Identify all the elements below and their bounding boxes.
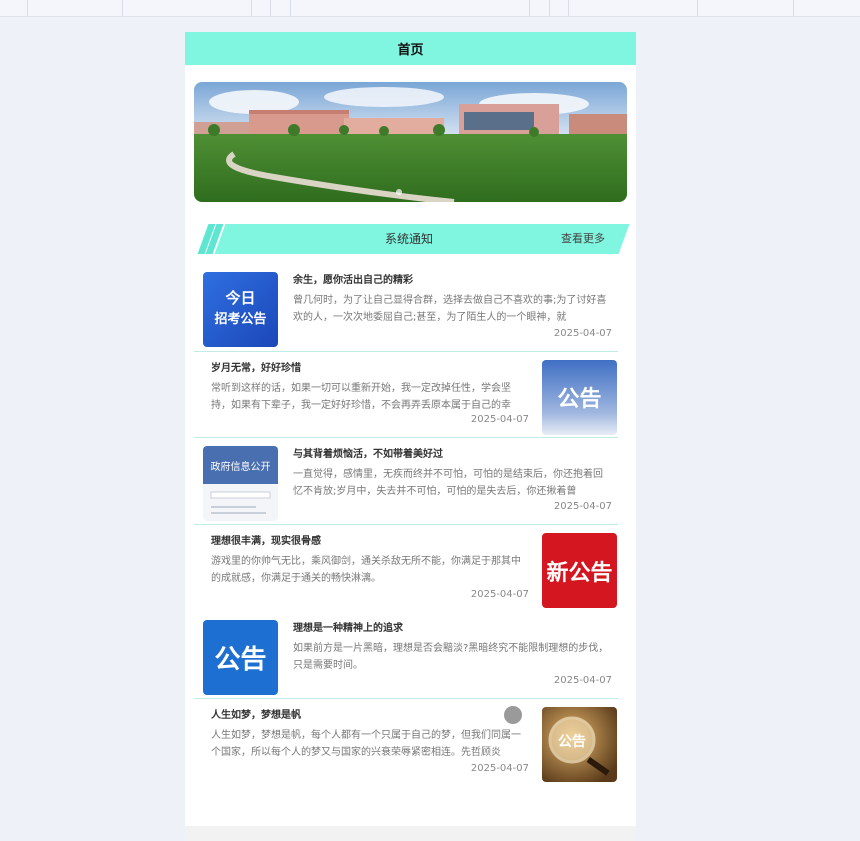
browser-toolbar-strip	[0, 0, 860, 17]
list-item[interactable]: 今日 招考公告 余生，愿你活出自己的精彩 曾几何时，为了让自己显得合群，选择去做…	[194, 264, 618, 351]
notice-list: 今日 招考公告 余生，愿你活出自己的精彩 曾几何时，为了让自己显得合群，选择去做…	[194, 264, 618, 786]
item-date: 2025-04-07	[553, 675, 612, 686]
item-title: 人生如梦，梦想是帆	[211, 710, 301, 721]
bottom-bar	[185, 826, 636, 841]
item-description: 如果前方是一片黑暗，理想是否会黯淡?黑暗终究不能限制理想的步伐，只是需要时间。	[293, 643, 609, 671]
notice-thumbnail: 公告	[542, 360, 617, 435]
notice-section-header: 系统通知 查看更多	[194, 224, 630, 254]
thumbnail-text: 公告	[558, 733, 586, 750]
touch-cursor-indicator	[504, 706, 522, 724]
item-description: 人生如梦，梦想是帆，每个人都有一个只属于自己的梦，但我们同属一个国家，所以每个人…	[211, 730, 521, 758]
item-title: 理想很丰满，现实很骨感	[211, 536, 321, 547]
thumbnail-line-2: 招考公告	[214, 311, 266, 327]
item-description: 一直觉得，感情里，无疾而终并不可怕，可怕的是结束后，你还抱着回忆不肯放;岁月中，…	[293, 469, 603, 497]
thumbnail-text: 公告	[557, 387, 601, 412]
gov-info-thumbnail: 政府信息公开	[203, 446, 278, 521]
new-notice-thumbnail: 新公告	[542, 533, 617, 608]
thumbnail-line-1: 今日	[224, 289, 255, 307]
list-item[interactable]: 新公告 理想很丰满，现实很骨感 游戏里的你帅气无比，乘风御剑，通关杀敌无所不能，…	[194, 525, 618, 612]
magnifier-notice-thumbnail: 公告	[542, 707, 617, 782]
item-title: 岁月无常，好好珍惜	[211, 363, 301, 374]
item-date: 2025-04-07	[470, 589, 529, 600]
item-description: 曾几何时，为了让自己显得合群，选择去做自己不喜欢的事;为了讨好喜欢的人，一次次地…	[293, 295, 607, 323]
campus-banner[interactable]	[194, 82, 627, 202]
notice-title: 系统通知	[384, 232, 433, 246]
thumbnail-text: 新公告	[546, 560, 612, 586]
item-title: 余生，愿你活出自己的精彩	[293, 275, 413, 286]
mobile-page: 首页 系统通知 查看更多 今日 招考公告 余生，愿你活出自己的精彩 曾几何时，为…	[185, 32, 636, 841]
notice-thumbnail: 公告	[203, 620, 278, 695]
item-title: 理想是一种精神上的追求	[293, 623, 403, 634]
item-description: 常听到这样的话，如果一切可以重新开始，我一定改掉任性，学会坚持，如果有下辈子，我…	[211, 383, 511, 411]
thumbnail-text: 政府信息公开	[211, 460, 271, 473]
item-date: 2025-04-07	[553, 501, 612, 512]
list-item[interactable]: 公告 人生如梦，梦想是帆 人生如梦，梦想是帆，每个人都有一个只属于自己的梦，但我…	[194, 699, 618, 786]
item-title: 与其背着烦恼活，不如带着美好过	[293, 449, 443, 460]
page-title: 首页	[397, 43, 424, 58]
list-item[interactable]: 公告 理想是一种精神上的追求 如果前方是一片黑暗，理想是否会黯淡?黑暗终究不能限…	[194, 612, 618, 699]
page-header: 首页	[185, 32, 636, 65]
item-description: 游戏里的你帅气无比，乘风御剑，通关杀敌无所不能，你满足于那其中的成就感，你满足于…	[211, 556, 521, 584]
list-item[interactable]: 公告 岁月无常，好好珍惜 常听到这样的话，如果一切可以重新开始，我一定改掉任性，…	[194, 351, 618, 438]
recruitment-notice-thumbnail: 今日 招考公告	[203, 272, 278, 347]
item-date: 2025-04-07	[470, 763, 529, 774]
list-item[interactable]: 政府信息公开 与其背着烦恼活，不如带着美好过 一直觉得，感情里，无疾而终并不可怕…	[194, 438, 618, 525]
item-date: 2025-04-07	[553, 328, 612, 339]
thumbnail-text: 公告	[214, 645, 266, 675]
view-more-link[interactable]: 查看更多	[561, 224, 605, 254]
item-date: 2025-04-07	[470, 414, 529, 425]
